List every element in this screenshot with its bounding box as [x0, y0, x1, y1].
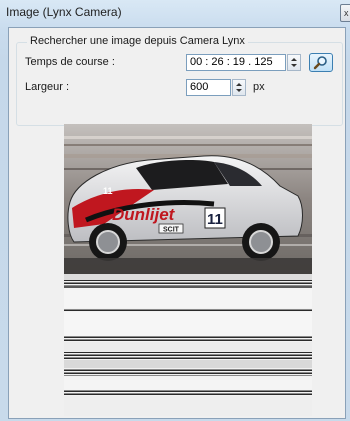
magnifier-icon [313, 56, 327, 70]
close-button[interactable]: x [340, 4, 350, 22]
spin-up-icon [291, 58, 297, 61]
search-groupbox: Rechercher une image depuis Camera Lynx … [16, 35, 343, 126]
car-number: 11 [207, 211, 223, 228]
dialog-client-area: Rechercher une image depuis Camera Lynx … [8, 27, 346, 419]
race-time-spinner[interactable] [287, 54, 301, 71]
groupbox-legend: Rechercher une image depuis Camera Lynx [27, 35, 248, 47]
search-image-button[interactable] [309, 53, 333, 72]
photo-finish-image: Dunlijet SCIT 11 11 [64, 124, 312, 416]
door-text: SCIT [163, 227, 180, 234]
spin-down-icon [291, 64, 297, 67]
lynx-camera-image: Dunlijet SCIT 11 11 [64, 124, 312, 416]
car-number-small: 11 [103, 186, 113, 196]
width-input[interactable]: 600 [186, 79, 231, 96]
dialog-window: Image (Lynx Camera) x Rechercher une ima… [0, 0, 350, 421]
spin-up-icon [236, 83, 242, 86]
close-icon: x [344, 8, 349, 18]
width-spinner[interactable] [232, 79, 246, 96]
race-time-label: Temps de course : [25, 56, 115, 68]
width-unit-label: px [253, 81, 265, 93]
title-bar: Image (Lynx Camera) x [0, 0, 350, 26]
window-title: Image (Lynx Camera) [6, 5, 122, 19]
sponsor-text: Dunlijet [112, 205, 176, 224]
spin-down-icon [236, 89, 242, 92]
race-time-input[interactable]: 00 : 26 : 19 . 125 [186, 54, 286, 71]
width-label: Largeur : [25, 81, 70, 93]
